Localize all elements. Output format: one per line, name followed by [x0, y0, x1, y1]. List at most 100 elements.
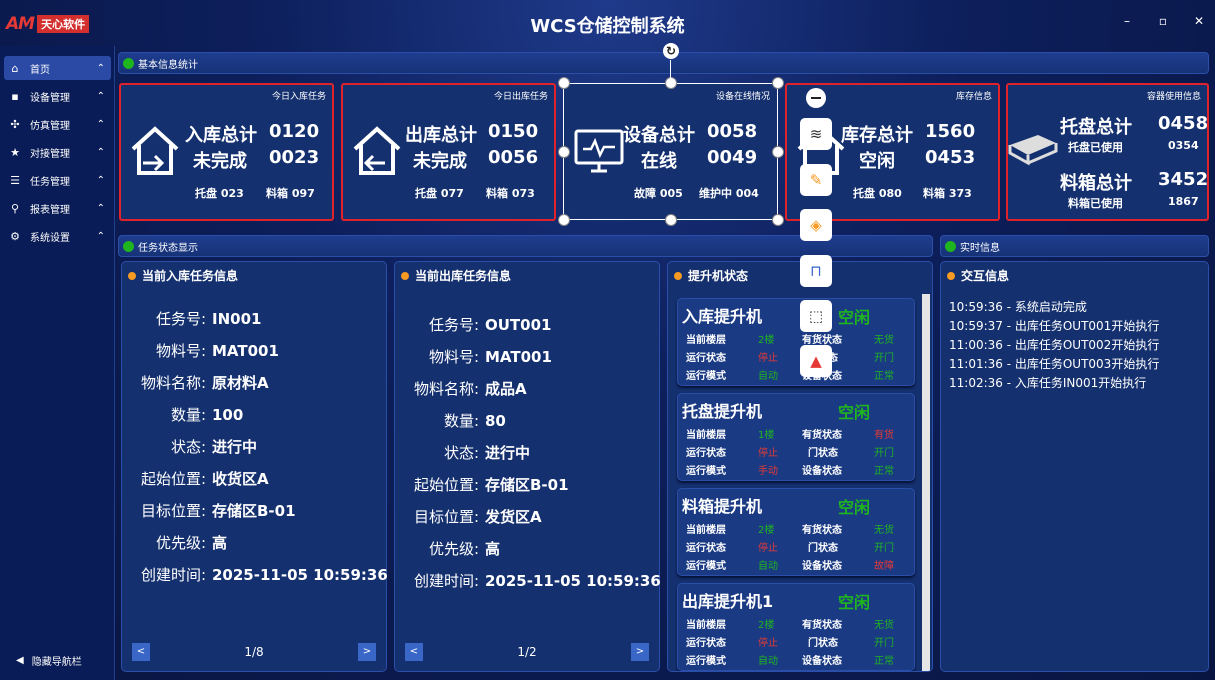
field-value: OUT001	[485, 316, 552, 334]
lift-status: 空闲	[838, 308, 871, 327]
next-page-button[interactable]: >	[358, 643, 376, 661]
task-field: 目标位置: 存储区B-01	[130, 500, 296, 521]
task-field: 任务号: IN001	[130, 308, 262, 329]
field-label: 当前楼层	[686, 430, 726, 441]
card-inbound[interactable]: 今日入库任务 入库总计 0120 未完成 0023 托盘 023 料箱 097	[119, 83, 334, 221]
field-label: 当前楼层	[686, 525, 726, 536]
task-field: 物料名称: 原材料A	[130, 372, 269, 393]
field-label: 运行模式	[686, 466, 726, 477]
lift-card[interactable]: 料箱提升机 空闲 当前楼层 2楼 运行状态 停止 运行模式 自动 有货状态 无货 门状态 开门 设备状态…	[677, 488, 915, 576]
inbound-total-value: 0120	[269, 121, 320, 142]
home-icon: ⌂	[11, 61, 19, 75]
stock-total-label: 库存总计	[841, 125, 913, 146]
card-outbound[interactable]: 今日出库任务 出库总计 0150 未完成 0056 托盘 077 料箱 073	[341, 83, 556, 221]
card-title: 今日出库任务	[493, 92, 548, 102]
outbound-pallet: 托盘 077	[415, 187, 464, 200]
shape-icon[interactable]: ⬚	[800, 300, 832, 332]
outbound-pending-label: 未完成	[413, 151, 467, 172]
field-label: 优先级:	[155, 534, 206, 552]
sidebar-item-reports[interactable]: ⚲ 报表管理 ⌃	[4, 196, 111, 220]
rotate-icon[interactable]: ↻	[663, 43, 679, 59]
resize-handle[interactable]	[558, 77, 570, 89]
lift-name: 入库提升机	[682, 307, 763, 326]
card-title: 容器使用信息	[1146, 92, 1201, 102]
field-label: 当前楼层	[686, 620, 726, 631]
maximize-icon[interactable]: ▫	[1155, 14, 1171, 28]
sidebar-item-settings[interactable]: ⚙ 系统设置 ⌃	[4, 224, 111, 248]
logo-app-icon[interactable]: ▲	[800, 345, 832, 377]
field-label: 任务号:	[428, 316, 479, 334]
resize-handle[interactable]	[772, 77, 784, 89]
field-value: 正常	[874, 371, 894, 382]
pallet-total-value: 0458	[1158, 113, 1209, 134]
field-value: 开门	[874, 353, 894, 364]
resize-handle[interactable]	[665, 77, 677, 89]
field-label: 运行模式	[686, 656, 726, 667]
field-label: 有货状态	[802, 620, 842, 631]
field-value: 成品A	[485, 380, 527, 398]
chevron-up-icon: ⌃	[96, 146, 105, 158]
field-label: 运行状态	[686, 353, 726, 364]
section-title: 实时信息	[960, 242, 1000, 254]
lift-status: 空闲	[838, 498, 871, 517]
field-value: 手动	[758, 466, 778, 477]
chevron-up-icon: ⌃	[96, 230, 105, 242]
resize-handle[interactable]	[558, 214, 570, 226]
list-icon: ☰	[10, 173, 20, 187]
status-dot	[123, 240, 134, 252]
bin-total-value: 3452	[1158, 169, 1209, 190]
stock-free-label: 空闲	[859, 151, 895, 172]
resize-handle[interactable]	[772, 146, 784, 158]
fill-icon[interactable]: ◈	[800, 209, 832, 241]
sidebar-item-home[interactable]: ⌂ 首页 ⌃	[4, 56, 111, 80]
close-icon[interactable]: ✕	[1191, 14, 1207, 28]
minus-icon[interactable]	[806, 88, 826, 108]
field-value: 有货	[874, 430, 894, 441]
hide-nav-button[interactable]: ◀ 隐藏导航栏	[16, 653, 82, 668]
rotate-stem	[670, 60, 671, 78]
panel-title: 交互信息	[961, 269, 1010, 283]
task-field: 数量: 80	[403, 410, 506, 431]
task-field: 创建时间: 2025-11-05 10:59:36	[403, 570, 661, 591]
brush-icon[interactable]: ✎	[800, 164, 832, 196]
resize-handle[interactable]	[665, 214, 677, 226]
minimize-icon[interactable]: –	[1119, 14, 1135, 28]
lift-card[interactable]: 托盘提升机 空闲 当前楼层 1楼 运行状态 停止 运行模式 手动 有货状态 有货 门状态 开门 设备状态…	[677, 393, 915, 481]
sidebar-item-simulation[interactable]: ✣ 仿真管理 ⌃	[4, 112, 111, 136]
field-label: 运行状态	[686, 543, 726, 554]
chevron-up-icon: ⌃	[96, 62, 105, 74]
layers-icon[interactable]: ≋	[800, 118, 832, 150]
field-label: 物料名称:	[413, 380, 479, 398]
lift-card[interactable]: 入库提升机空闲当前楼层2楼运行状态停止运行模式自动有货状态无货门状态开门设备状态…	[677, 298, 915, 386]
field-value: 自动	[758, 371, 778, 382]
frame-icon[interactable]: ⊓	[800, 255, 832, 287]
scrollbar[interactable]	[922, 294, 930, 671]
resize-handle[interactable]	[772, 214, 784, 226]
field-label: 运行状态	[686, 638, 726, 649]
field-label: 优先级:	[428, 540, 479, 558]
sidebar-item-tasks[interactable]: ☰ 任务管理 ⌃	[4, 168, 111, 192]
field-value: 2楼	[758, 335, 775, 346]
card-container[interactable]: 容器使用信息 托盘总计 0458 托盘已使用 0354 料箱总计 3452 料箱…	[1006, 83, 1209, 221]
next-page-button[interactable]: >	[631, 643, 649, 661]
field-value: 进行中	[485, 444, 531, 462]
lift-name: 出库提升机1	[682, 592, 774, 611]
status-dot	[945, 240, 956, 252]
field-label: 目标位置:	[140, 502, 206, 520]
bin-total-label: 料箱总计	[1060, 173, 1132, 194]
field-label: 设备状态	[802, 561, 842, 572]
caret-left-icon: ◀	[16, 655, 24, 666]
inbound-pallet: 托盘 023	[195, 187, 244, 200]
field-label: 运行模式	[686, 561, 726, 572]
resize-handle[interactable]	[558, 146, 570, 158]
task-field: 起始位置: 收货区A	[130, 468, 269, 489]
field-value: 停止	[758, 448, 778, 459]
sidebar-item-devices[interactable]: ▪ 设备管理 ⌃	[4, 84, 111, 108]
panel-header: 当前入库任务信息	[128, 267, 238, 284]
task-field: 创建时间: 2025-11-05 10:59:36	[130, 564, 388, 585]
task-field: 目标位置: 发货区A	[403, 506, 542, 527]
task-field: 物料名称: 成品A	[403, 378, 527, 399]
lift-card[interactable]: 出库提升机1 空闲 当前楼层 2楼 运行状态 停止 运行模式 自动 有货状态 无货 门状态 开门 设备状…	[677, 583, 915, 671]
sidebar-item-integration[interactable]: ★ 对接管理 ⌃	[4, 140, 111, 164]
field-label: 起始位置:	[413, 476, 479, 494]
